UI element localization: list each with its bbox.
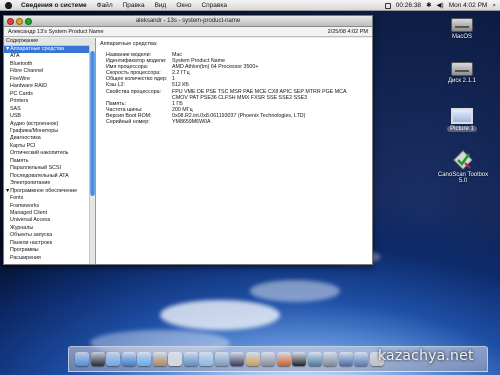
window-title: aleksandr - 13s - system-product-name (135, 18, 241, 24)
picture-file-icon (451, 108, 473, 124)
sidebar-item[interactable]: SAS (4, 106, 95, 113)
property-row: Серийный номер: YM8659M6W0A (100, 119, 368, 125)
sidebar-item[interactable]: Bluetooth (4, 61, 95, 68)
menu-view[interactable]: Вид (150, 0, 172, 11)
system-preferences-dock-icon[interactable] (261, 352, 275, 366)
apple-menu-icon[interactable] (5, 1, 12, 9)
sidebar-item[interactable]: Managed Client (4, 210, 95, 217)
spotlight-icon[interactable]: ⌕ (492, 0, 496, 11)
sidebar-item[interactable]: Fibre Channel (4, 68, 95, 75)
mail-dock-icon[interactable] (106, 352, 120, 366)
sidebar-group[interactable]: ▼Аппаратные средства (4, 46, 95, 54)
sidebar-item[interactable]: FireWire (4, 76, 95, 83)
desktop-icon-label: Picture 1 (447, 126, 477, 132)
menu-bar: Сведения о системе Файл Правка Вид Окно … (0, 0, 500, 11)
desktop-icon-picture[interactable]: Picture 1 (440, 108, 484, 132)
sidebar-item[interactable]: Журналы (4, 225, 95, 232)
desktop-icon-label: CanoScan Toolbox 5.0 (437, 172, 489, 184)
property-key: Серийный номер: (106, 119, 150, 126)
computer-name: Александр 13's System Product Name (8, 29, 104, 35)
canoscan-app-icon (453, 150, 473, 170)
safari-dock-icon[interactable] (121, 352, 136, 366)
bluetooth-icon[interactable]: ✱ (426, 0, 431, 11)
hard-disk-icon (451, 18, 473, 32)
sidebar-item[interactable]: USB (4, 113, 95, 120)
hard-disk-icon (451, 62, 473, 76)
sidebar-item[interactable]: Оптический накопитель (4, 150, 95, 157)
imovie-dock-icon[interactable] (230, 352, 244, 366)
earth-cloud (160, 300, 280, 330)
contents-sidebar: Содержание ▼Аппаратные средства ATA Blueto… (4, 38, 96, 264)
desktop-icon-canoscan[interactable]: CanoScan Toolbox 5.0 (436, 150, 490, 184)
sidebar-item[interactable]: Параллельный SCSI (4, 165, 95, 172)
sidebar-item[interactable]: Электропитание (4, 180, 95, 187)
report-datetime: 2/25/08 4:02 PM (327, 29, 368, 35)
sidebar-item[interactable]: Расширения (4, 255, 95, 262)
activity-monitor-dock-icon[interactable] (307, 352, 322, 366)
itunes-dock-icon[interactable] (199, 352, 213, 366)
sidebar-item[interactable]: Последовательный ATA (4, 173, 95, 180)
sidebar-item[interactable]: Программы (4, 247, 95, 254)
menu-clock[interactable]: Mon 4:02 PM (449, 0, 488, 11)
menu-app-name[interactable]: Сведения о системе (16, 0, 92, 11)
menu-extras: 00:26:38 ✱ ◀) Mon 4:02 PM ⌕ (380, 0, 496, 11)
system-profiler-dock-icon[interactable] (323, 352, 337, 366)
sidebar-item[interactable]: Frameworks (4, 203, 95, 210)
window-content: Содержание ▼Аппаратные средства ATA Blueto… (4, 38, 372, 264)
sidebar-item[interactable]: Диагностика (4, 135, 95, 142)
desktop-icon-disk[interactable]: Диск 2.1.1 (436, 62, 488, 84)
window-titlebar[interactable]: aleksandr - 13s - system-product-name (4, 16, 372, 27)
preview-dock-icon[interactable] (183, 352, 198, 366)
sidebar-item[interactable]: Universal Access (4, 217, 95, 224)
scrollbar-thumb[interactable] (90, 51, 95, 196)
firefox-dock-icon[interactable] (276, 352, 291, 366)
sidebar-item[interactable]: Printers (4, 98, 95, 105)
detail-pane: Аппаратные средства: Название модели: Mac… (96, 38, 372, 264)
volume-icon[interactable]: ◀) (437, 0, 444, 11)
menu-file[interactable]: Файл (92, 0, 118, 11)
iphoto-dock-icon[interactable] (214, 352, 229, 366)
sidebar-item[interactable]: Графика/Мониторы (4, 128, 95, 135)
ichat-dock-icon[interactable] (137, 352, 151, 366)
sidebar-item[interactable]: Аудио (встроенное) (4, 121, 95, 128)
desktop-icon-label: Диск 2.1.1 (447, 78, 477, 84)
computer-info-bar: Александр 13's System Product Name 2/25/… (4, 27, 372, 37)
sidebar-item[interactable]: PC Cards (4, 91, 95, 98)
sidebar-item[interactable]: Hardware RAID (4, 83, 95, 90)
earth-cloud (250, 280, 340, 302)
property-list: Название модели: Mac Идентификатор модели:… (100, 52, 368, 125)
sidebar-scrollbar[interactable] (89, 45, 95, 264)
sidebar-item[interactable]: Fonts (4, 195, 95, 202)
sidebar-header: Содержание (4, 38, 95, 46)
property-value: YM8659M6W0A (172, 119, 211, 126)
menu-edit[interactable]: Правка (118, 0, 150, 11)
clock-menu-icon[interactable] (384, 2, 391, 9)
detail-heading: Аппаратные средства: (100, 41, 158, 47)
address-book-dock-icon[interactable] (152, 352, 167, 366)
garageband-dock-icon[interactable] (245, 352, 260, 366)
applications-folder-dock-icon[interactable] (338, 352, 353, 366)
finder-dock-icon[interactable] (75, 352, 89, 366)
documents-folder-dock-icon[interactable] (354, 352, 368, 366)
sidebar-item[interactable]: Панели настроек (4, 240, 95, 247)
menu-help[interactable]: Справка (196, 0, 232, 11)
desktop-icon-label: MacOS (451, 34, 472, 40)
terminal-dock-icon[interactable] (292, 352, 306, 366)
ical-dock-icon[interactable] (168, 352, 182, 366)
desktop-icon-macos[interactable]: MacOS (440, 18, 484, 40)
system-profiler-window: aleksandr - 13s - system-product-name Ал… (3, 15, 373, 265)
watermark-text: kazachya.net (378, 348, 474, 364)
cpu-timer[interactable]: 00:26:38 (396, 0, 421, 11)
menu-window[interactable]: Окно (171, 0, 196, 11)
sidebar-list: ▼Аппаратные средства ATA Bluetooth Fibre Ch… (4, 46, 95, 262)
sidebar-item[interactable]: ATA (4, 53, 95, 60)
sidebar-group[interactable]: ▼Программное обеспечение (4, 188, 95, 195)
dashboard-dock-icon[interactable] (90, 352, 105, 366)
sidebar-item[interactable]: Объекты запуска (4, 232, 95, 239)
